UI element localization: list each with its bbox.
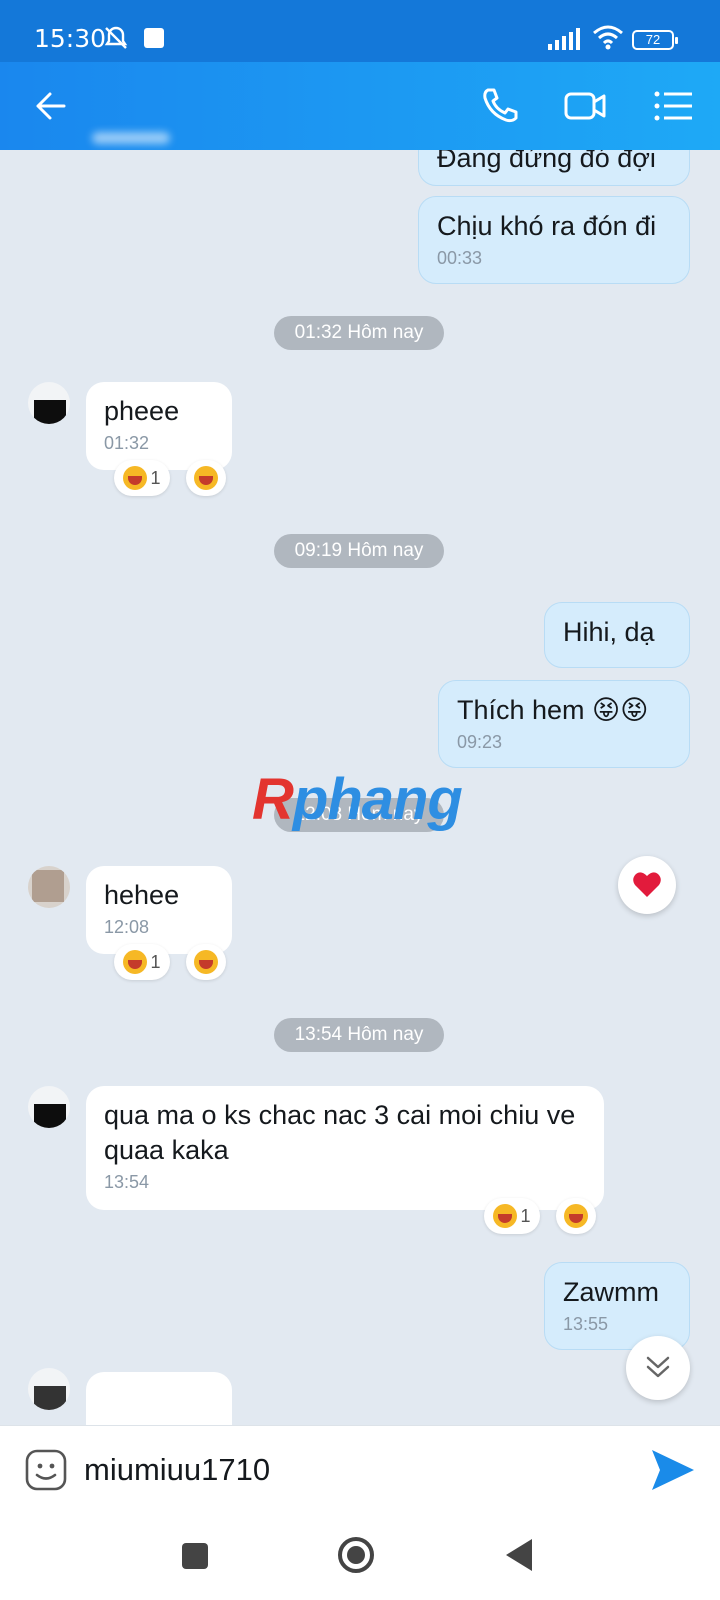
date-separator: 01:32 Hôm nay: [274, 316, 444, 350]
message-bubble-outgoing[interactable]: Thích hem 😝😝 09:23: [438, 680, 690, 768]
message-text: Chịu khó ra đón đi: [437, 211, 657, 241]
message-text: Zawmm: [563, 1277, 659, 1307]
message-text: pheee: [104, 396, 180, 426]
reaction-summary[interactable]: 1: [114, 944, 170, 980]
message-bubble-outgoing[interactable]: Chịu khó ra đón đi 00:33: [418, 196, 690, 284]
message-bubble-incoming[interactable]: pheee 01:32: [86, 382, 232, 470]
message-bubble-outgoing[interactable]: Hihi, dạ: [544, 602, 690, 668]
message-time: 00:33: [437, 248, 483, 268]
heart-icon: [633, 872, 661, 897]
back-arrow-icon[interactable]: [26, 82, 74, 130]
sticker-icon[interactable]: [24, 1448, 68, 1492]
message-bubble-incoming[interactable]: qua ma o ks chac nac 3 cai moi chiu ve q…: [86, 1086, 604, 1210]
double-chevron-down-icon: [646, 1356, 670, 1378]
date-separator: 13:54 Hôm nay: [274, 1018, 444, 1052]
laughing-emoji-icon: [194, 466, 218, 490]
wifi-icon: [593, 25, 623, 50]
avatar[interactable]: [28, 1086, 70, 1128]
message-time: 12:08: [104, 917, 150, 937]
laughing-emoji-icon: [194, 950, 218, 974]
avatar[interactable]: [28, 1368, 70, 1410]
reaction-summary[interactable]: 1: [114, 460, 170, 496]
message-input[interactable]: [84, 1446, 604, 1494]
watermark-logo: Rphang: [252, 767, 463, 832]
phone-icon[interactable]: [476, 82, 524, 130]
laughing-emoji-icon: [564, 1204, 588, 1228]
message-bubble-incoming[interactable]: hehee 12:08: [86, 866, 232, 954]
chat-header: [0, 62, 720, 150]
message-bubble-incoming[interactable]: [86, 1372, 232, 1425]
contact-name-redacted: [92, 132, 170, 144]
message-text: Thích hem 😝😝: [457, 695, 649, 725]
message-text: qua ma o ks chac nac 3 cai moi chiu ve q…: [104, 1100, 576, 1165]
message-time: 13:54: [104, 1172, 150, 1192]
recents-button[interactable]: [182, 1543, 208, 1569]
heart-reaction-button[interactable]: [618, 856, 676, 914]
system-back-button[interactable]: [506, 1539, 532, 1571]
signal-icon: [548, 28, 580, 50]
message-text: Đang đứng đó đợi: [437, 150, 656, 173]
message-time: 09:23: [457, 732, 503, 752]
reaction-summary[interactable]: 1: [484, 1198, 540, 1234]
add-reaction-button[interactable]: [186, 944, 226, 980]
status-bar: 15:30 72: [0, 0, 720, 62]
reaction-count: 1: [150, 951, 161, 972]
laughing-emoji-icon: [123, 466, 148, 490]
upload-icon: [144, 28, 164, 48]
scroll-to-bottom-button[interactable]: [626, 1336, 690, 1400]
home-button[interactable]: [338, 1537, 374, 1573]
reaction-count: 1: [520, 1205, 531, 1226]
laughing-emoji-icon: [493, 1204, 518, 1228]
message-time: 13:55: [563, 1314, 609, 1334]
bell-muted-icon: [104, 26, 128, 49]
laughing-emoji-icon: [123, 950, 148, 974]
system-navigation-bar: [0, 1513, 720, 1600]
message-text: Hihi, dạ: [563, 617, 655, 647]
add-reaction-button[interactable]: [556, 1198, 596, 1234]
video-camera-icon[interactable]: [562, 82, 610, 130]
composer: [0, 1425, 720, 1513]
reaction-count: 1: [150, 467, 161, 488]
avatar[interactable]: [28, 382, 70, 424]
list-menu-icon[interactable]: [650, 82, 698, 130]
message-text: hehee: [104, 880, 180, 910]
date-separator: 09:19 Hôm nay: [274, 534, 444, 568]
add-reaction-button[interactable]: [186, 460, 226, 496]
message-time: 01:32: [104, 433, 150, 453]
status-time: 15:30: [34, 24, 107, 53]
send-icon[interactable]: [650, 1448, 696, 1492]
message-bubble-outgoing[interactable]: Đang đứng đó đợi: [418, 150, 690, 186]
battery-icon: 72: [632, 30, 678, 50]
avatar[interactable]: [28, 866, 70, 908]
